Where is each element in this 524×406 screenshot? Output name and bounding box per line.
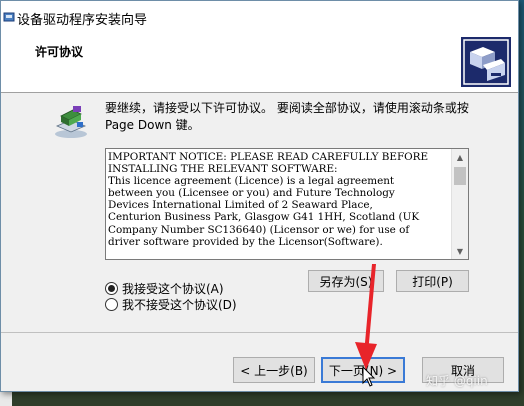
radio-accept-indicator[interactable]: [105, 282, 118, 295]
back-button[interactable]: < 上一步(B): [233, 357, 315, 383]
radio-decline-label[interactable]: 我不接受这个协议(D): [122, 296, 237, 313]
software-package-icon: [55, 106, 87, 138]
hardware-install-icon: [461, 37, 511, 87]
wizard-header: 许可协议: [1, 31, 518, 93]
scroll-down-icon[interactable]: ▼: [452, 243, 468, 259]
scroll-thumb[interactable]: [454, 167, 466, 185]
radio-decline[interactable]: 我不接受这个协议(D): [105, 296, 237, 313]
wizard-content: 要继续，请接受以下许可协议。 要阅读全部协议，请使用滚动条或按 Page Dow…: [1, 94, 518, 332]
window-title: 设备驱动程序安装向导: [17, 13, 148, 28]
page-title: 许可协议: [35, 45, 84, 59]
print-button[interactable]: 打印(P): [396, 270, 469, 292]
license-textarea[interactable]: IMPORTANT NOTICE: PLEASE READ CAREFULLY …: [105, 148, 469, 260]
watermark-text: 知乎 @qiin: [426, 374, 488, 388]
instruction-text: 要继续，请接受以下许可协议。 要阅读全部协议，请使用滚动条或按 Page Dow…: [105, 101, 469, 132]
scroll-up-icon[interactable]: ▲: [452, 149, 468, 165]
installer-wizard-window: 设备驱动程序安装向导 许可协议 要继续，请接受以下许可协议。 要阅读全部协议，请…: [0, 0, 519, 392]
title-bar[interactable]: 设备驱动程序安装向导: [1, 1, 518, 31]
radio-accept[interactable]: 我接受这个协议(A): [105, 280, 224, 297]
radio-accept-label[interactable]: 我接受这个协议(A): [122, 280, 224, 297]
save-as-button[interactable]: 另存为(S): [308, 270, 384, 292]
license-scrollbar[interactable]: ▲ ▼: [451, 149, 468, 259]
radio-decline-indicator[interactable]: [105, 298, 118, 311]
installer-icon: [3, 12, 15, 22]
license-text[interactable]: IMPORTANT NOTICE: PLEASE READ CAREFULLY …: [108, 151, 450, 257]
next-button[interactable]: 下一页(N) >: [321, 357, 405, 383]
